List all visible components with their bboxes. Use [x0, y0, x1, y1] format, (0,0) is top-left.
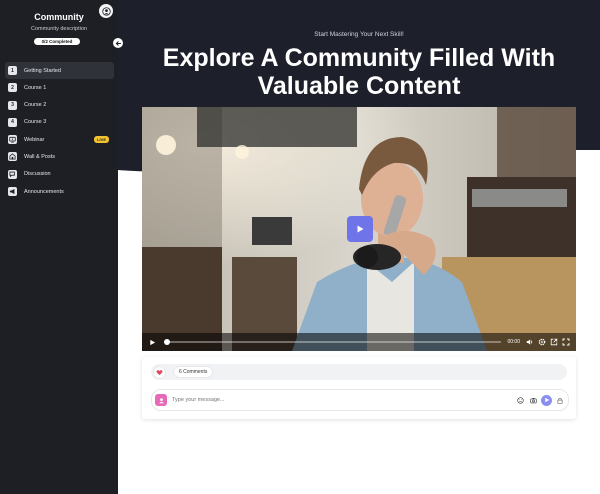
progress-badge: 0/2 Completed [34, 38, 80, 45]
video-time: 00:00 [507, 339, 520, 345]
sidebar-item-label: Discussion [24, 171, 51, 178]
send-icon [544, 397, 549, 403]
play-icon [357, 225, 364, 233]
sidebar-item-label: Wall & Posts [24, 153, 55, 160]
sidebar-item-course-1[interactable]: 2 Course 1 [5, 79, 114, 96]
step-number: 1 [8, 66, 17, 75]
sidebar-item-wall-posts[interactable]: Wall & Posts [5, 148, 114, 165]
webinar-icon [8, 135, 17, 145]
sidebar-item-label: Course 3 [24, 119, 47, 126]
camera-icon[interactable] [528, 395, 538, 405]
step-number: 2 [8, 83, 17, 93]
live-badge: LIVE [94, 136, 109, 144]
collapse-sidebar-button[interactable] [113, 38, 123, 48]
wall-icon [8, 152, 17, 162]
hero-title: Explore A Community Filled With Valuable… [118, 44, 600, 100]
emoji-icon[interactable] [515, 395, 525, 405]
sidebar-nav: 1 Getting Started 2 Course 1 3 Course 2 … [5, 62, 114, 200]
external-link-icon[interactable] [548, 336, 560, 348]
settings-icon[interactable] [536, 336, 548, 348]
sidebar-item-label: Announcements [24, 188, 64, 195]
sidebar-item-course-3[interactable]: 4 Course 3 [5, 114, 114, 131]
sidebar-item-course-2[interactable]: 3 Course 2 [5, 97, 114, 114]
lock-icon [555, 395, 565, 405]
hero-title-line-2: Valuable Content [257, 72, 461, 100]
community-title: Community [34, 12, 84, 22]
sidebar: Community Community description 0/2 Comp… [0, 0, 118, 494]
comments-panel: 6 Comments [142, 357, 576, 419]
play-icon[interactable] [146, 336, 158, 348]
hero-kicker: Start Mastering Your Next Skill! [314, 31, 404, 38]
sidebar-item-label: Getting Started [24, 67, 61, 74]
sidebar-item-webinar[interactable]: Webinar LIVE [5, 131, 114, 148]
message-input[interactable] [172, 394, 515, 406]
user-icon [158, 397, 164, 403]
message-composer [151, 389, 569, 411]
discussion-icon [8, 169, 17, 179]
fullscreen-icon[interactable] [560, 336, 572, 348]
community-description: Community description [31, 26, 87, 32]
video-seek-bar[interactable] [164, 339, 502, 345]
seek-handle[interactable] [164, 339, 170, 345]
play-button[interactable] [347, 216, 373, 242]
hero-title-line-1: Explore A Community Filled With [162, 44, 556, 72]
video-controls: 00:00 [142, 333, 576, 351]
step-number: 3 [8, 100, 17, 110]
sidebar-item-label: Webinar [24, 136, 45, 143]
megaphone-icon [8, 187, 17, 197]
sidebar-item-announcements[interactable]: Announcements [5, 183, 114, 200]
video-player[interactable]: 00:00 [142, 107, 576, 351]
like-button[interactable] [153, 365, 166, 379]
comments-count[interactable]: 6 Comments [173, 366, 214, 378]
sidebar-item-label: Course 2 [24, 102, 47, 109]
arrow-left-icon [115, 40, 121, 46]
sidebar-item-discussion[interactable]: Discussion [5, 166, 114, 183]
heart-icon [156, 369, 163, 375]
sidebar-item-getting-started[interactable]: 1 Getting Started [5, 62, 114, 79]
reactions-bar: 6 Comments [151, 364, 567, 380]
volume-icon[interactable] [524, 336, 536, 348]
send-button[interactable] [541, 394, 552, 406]
step-number: 4 [8, 117, 17, 127]
sidebar-item-label: Course 1 [24, 84, 47, 91]
avatar [155, 394, 167, 406]
